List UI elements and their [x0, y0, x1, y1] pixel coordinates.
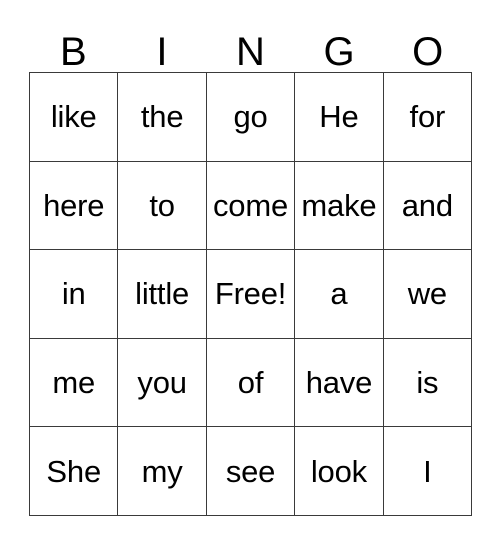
bingo-cell[interactable]: to — [118, 161, 207, 251]
bingo-cell-label: little — [135, 276, 190, 312]
bingo-row: in little Free! a we — [30, 250, 473, 339]
bingo-cell-label: see — [225, 453, 276, 489]
bingo-cell-label: you — [137, 365, 187, 401]
bingo-cell[interactable]: see — [206, 427, 296, 516]
bingo-cell[interactable]: and — [383, 161, 473, 251]
bingo-cell[interactable]: go — [206, 73, 296, 162]
bingo-cell-label: make — [301, 187, 377, 223]
bingo-cell[interactable]: have — [295, 338, 384, 428]
bingo-cell-label: He — [319, 99, 359, 135]
bingo-cell-label: for — [409, 99, 446, 135]
bingo-cell-label: She — [46, 453, 101, 489]
bingo-row: me you of have is — [30, 338, 473, 428]
bingo-cell-label: to — [149, 187, 175, 223]
bingo-cell-label: have — [305, 365, 373, 401]
bingo-header-letter: G — [323, 30, 355, 74]
bingo-cell[interactable]: of — [206, 338, 296, 428]
bingo-cell[interactable]: She — [30, 427, 119, 516]
bingo-cell[interactable]: my — [118, 427, 207, 516]
bingo-cell[interactable]: I — [383, 427, 473, 516]
bingo-header-cell-n: N — [206, 22, 295, 72]
bingo-cell[interactable]: we — [383, 250, 473, 339]
bingo-cell-label: a — [330, 276, 348, 312]
bingo-cell[interactable]: in — [30, 250, 119, 339]
bingo-cell-label: me — [52, 365, 96, 401]
bingo-cell-label: and — [401, 187, 453, 223]
bingo-cell-label: we — [407, 276, 447, 312]
bingo-cell[interactable]: for — [383, 73, 473, 162]
bingo-cell-label: of — [237, 365, 264, 401]
bingo-cell[interactable]: a — [295, 250, 384, 339]
bingo-cell[interactable]: is — [383, 338, 473, 428]
bingo-card: B I N G O like the go He for here to com… — [0, 0, 500, 544]
bingo-cell[interactable]: make — [295, 161, 384, 251]
bingo-header-letter: O — [412, 30, 444, 74]
bingo-cell[interactable]: here — [30, 161, 119, 251]
bingo-header-cell-i: I — [118, 22, 207, 72]
bingo-cell[interactable]: look — [295, 427, 384, 516]
bingo-cell-label: in — [61, 276, 86, 312]
bingo-header-cell-b: B — [29, 22, 118, 72]
bingo-row: She my see look I — [30, 427, 473, 516]
bingo-cell-label: look — [310, 453, 367, 489]
bingo-header-row: B I N G O — [29, 22, 472, 72]
bingo-header-letter: N — [236, 30, 265, 74]
bingo-cell-label: I — [423, 453, 432, 489]
bingo-header-letter: I — [156, 30, 168, 74]
bingo-cell[interactable]: like — [30, 73, 119, 162]
bingo-cell[interactable]: little — [118, 250, 207, 339]
bingo-cell[interactable]: me — [30, 338, 119, 428]
bingo-cell-free-space[interactable]: Free! — [206, 250, 296, 339]
bingo-cell-label: my — [141, 453, 183, 489]
bingo-header-letter: B — [59, 30, 87, 74]
bingo-row: here to come make and — [30, 161, 473, 251]
bingo-header-cell-g: G — [295, 22, 384, 72]
bingo-cell-label: is — [416, 365, 439, 401]
bingo-cell[interactable]: He — [295, 73, 384, 162]
bingo-cell[interactable]: you — [118, 338, 207, 428]
bingo-cell[interactable]: the — [118, 73, 207, 162]
bingo-cell-label: like — [50, 99, 97, 135]
bingo-cell-label: come — [213, 187, 289, 223]
bingo-grid: like the go He for here to come make and… — [29, 72, 473, 516]
bingo-cell-label: go — [233, 99, 268, 135]
bingo-row: like the go He for — [30, 73, 473, 162]
bingo-cell-label: here — [43, 187, 105, 223]
bingo-cell-label: Free! — [214, 276, 287, 312]
bingo-cell[interactable]: come — [206, 161, 296, 251]
bingo-cell-label: the — [140, 99, 184, 135]
bingo-header-cell-o: O — [383, 22, 472, 72]
